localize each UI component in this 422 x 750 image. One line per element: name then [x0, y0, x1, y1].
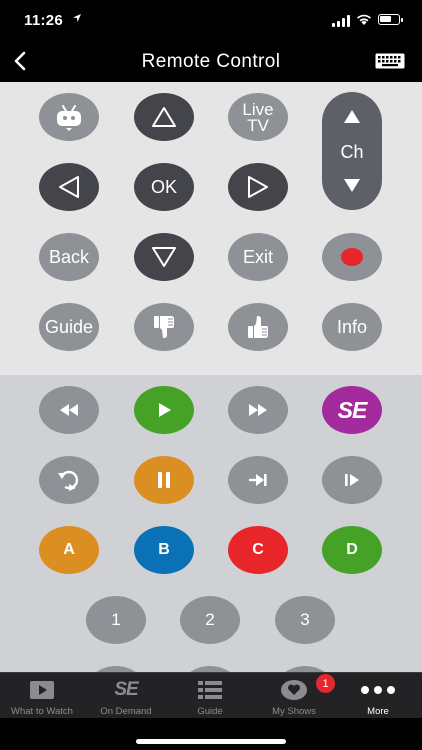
tab-label: Guide — [197, 706, 223, 717]
list-icon — [198, 681, 222, 699]
rewind-button[interactable] — [39, 386, 99, 434]
tivo-logo-icon — [57, 105, 81, 131]
step-forward-icon — [345, 474, 359, 486]
heart-tv-icon — [281, 680, 307, 700]
fast-forward-icon — [249, 404, 267, 416]
triangle-up-icon — [152, 107, 176, 127]
thumbs-up-icon — [248, 316, 268, 338]
keyboard-icon[interactable] — [375, 53, 405, 69]
replay-icon — [58, 470, 79, 491]
tivo-button[interactable] — [39, 93, 99, 141]
down-arrow-button[interactable] — [134, 233, 194, 281]
color-button-b[interactable]: B — [134, 526, 194, 574]
advance-button[interactable] — [228, 456, 288, 504]
slow-motion-button[interactable] — [322, 456, 382, 504]
play-button[interactable] — [134, 386, 194, 434]
live-tv-button[interactable]: Live TV — [228, 93, 288, 141]
tab-more[interactable]: More — [336, 673, 420, 719]
wifi-icon — [357, 14, 371, 25]
page-title: Remote Control — [141, 51, 281, 72]
status-bar: 11:26 — [0, 0, 422, 40]
ok-button[interactable]: OK — [134, 163, 194, 211]
triangle-left-icon — [59, 176, 79, 198]
notification-badge: 1 — [316, 674, 335, 693]
battery-icon — [378, 14, 403, 25]
guide-button[interactable]: Guide — [39, 303, 99, 351]
number-button-3[interactable]: 3 — [275, 596, 335, 644]
tab-on-demand[interactable]: SE On Demand — [84, 673, 168, 719]
left-arrow-button[interactable] — [39, 163, 99, 211]
info-button[interactable]: Info — [322, 303, 382, 351]
remote-transport-panel: SE A B C D 1 2 3 — [0, 375, 422, 672]
channel-rocker: Ch — [322, 92, 382, 210]
back-button[interactable]: Back — [39, 233, 99, 281]
pause-icon — [158, 472, 170, 488]
play-tv-icon — [30, 681, 54, 699]
home-indicator[interactable] — [136, 739, 286, 744]
channel-down-icon[interactable] — [343, 178, 361, 193]
nav-header: Remote Control — [0, 40, 422, 82]
location-arrow-icon — [73, 14, 81, 22]
color-button-a[interactable]: A — [39, 526, 99, 574]
cellular-signal-icon — [332, 15, 352, 27]
tab-label: More — [367, 706, 389, 717]
exit-button[interactable]: Exit — [228, 233, 288, 281]
record-button[interactable] — [322, 233, 382, 281]
up-arrow-button[interactable] — [134, 93, 194, 141]
triangle-right-icon — [248, 176, 268, 198]
fast-forward-button[interactable] — [228, 386, 288, 434]
rewind-icon — [60, 404, 78, 416]
tab-label: My Shows — [272, 706, 316, 717]
se-icon: SE — [114, 679, 138, 700]
more-dots-icon — [361, 686, 395, 694]
play-icon — [159, 403, 171, 417]
replay-button[interactable] — [39, 456, 99, 504]
channel-up-icon[interactable] — [343, 109, 361, 124]
tab-what-to-watch[interactable]: What to Watch — [0, 673, 84, 719]
remote-nav-panel: Live TV Ch OK Back Exit Guide Info — [0, 82, 422, 375]
thumbs-down-button[interactable] — [134, 303, 194, 351]
number-button-2[interactable]: 2 — [180, 596, 240, 644]
status-time: 11:26 — [24, 12, 64, 29]
thumbs-down-icon — [154, 316, 174, 338]
tab-label: On Demand — [100, 706, 152, 717]
triangle-down-icon — [152, 247, 176, 267]
color-button-c[interactable]: C — [228, 526, 288, 574]
se-logo-icon: SE — [337, 396, 368, 423]
thumbs-up-button[interactable] — [228, 303, 288, 351]
skip-button[interactable]: SE — [322, 386, 382, 434]
skip-forward-icon — [249, 474, 267, 486]
record-icon — [341, 248, 363, 266]
number-button-1[interactable]: 1 — [86, 596, 146, 644]
tab-label: What to Watch — [11, 706, 73, 717]
pause-button[interactable] — [134, 456, 194, 504]
color-button-d[interactable]: D — [322, 526, 382, 574]
home-indicator-area — [0, 718, 422, 750]
channel-label: Ch — [340, 142, 364, 162]
tab-bar: What to Watch SE On Demand Guide My Show… — [0, 672, 422, 718]
tab-guide[interactable]: Guide — [168, 673, 252, 719]
right-arrow-button[interactable] — [228, 163, 288, 211]
